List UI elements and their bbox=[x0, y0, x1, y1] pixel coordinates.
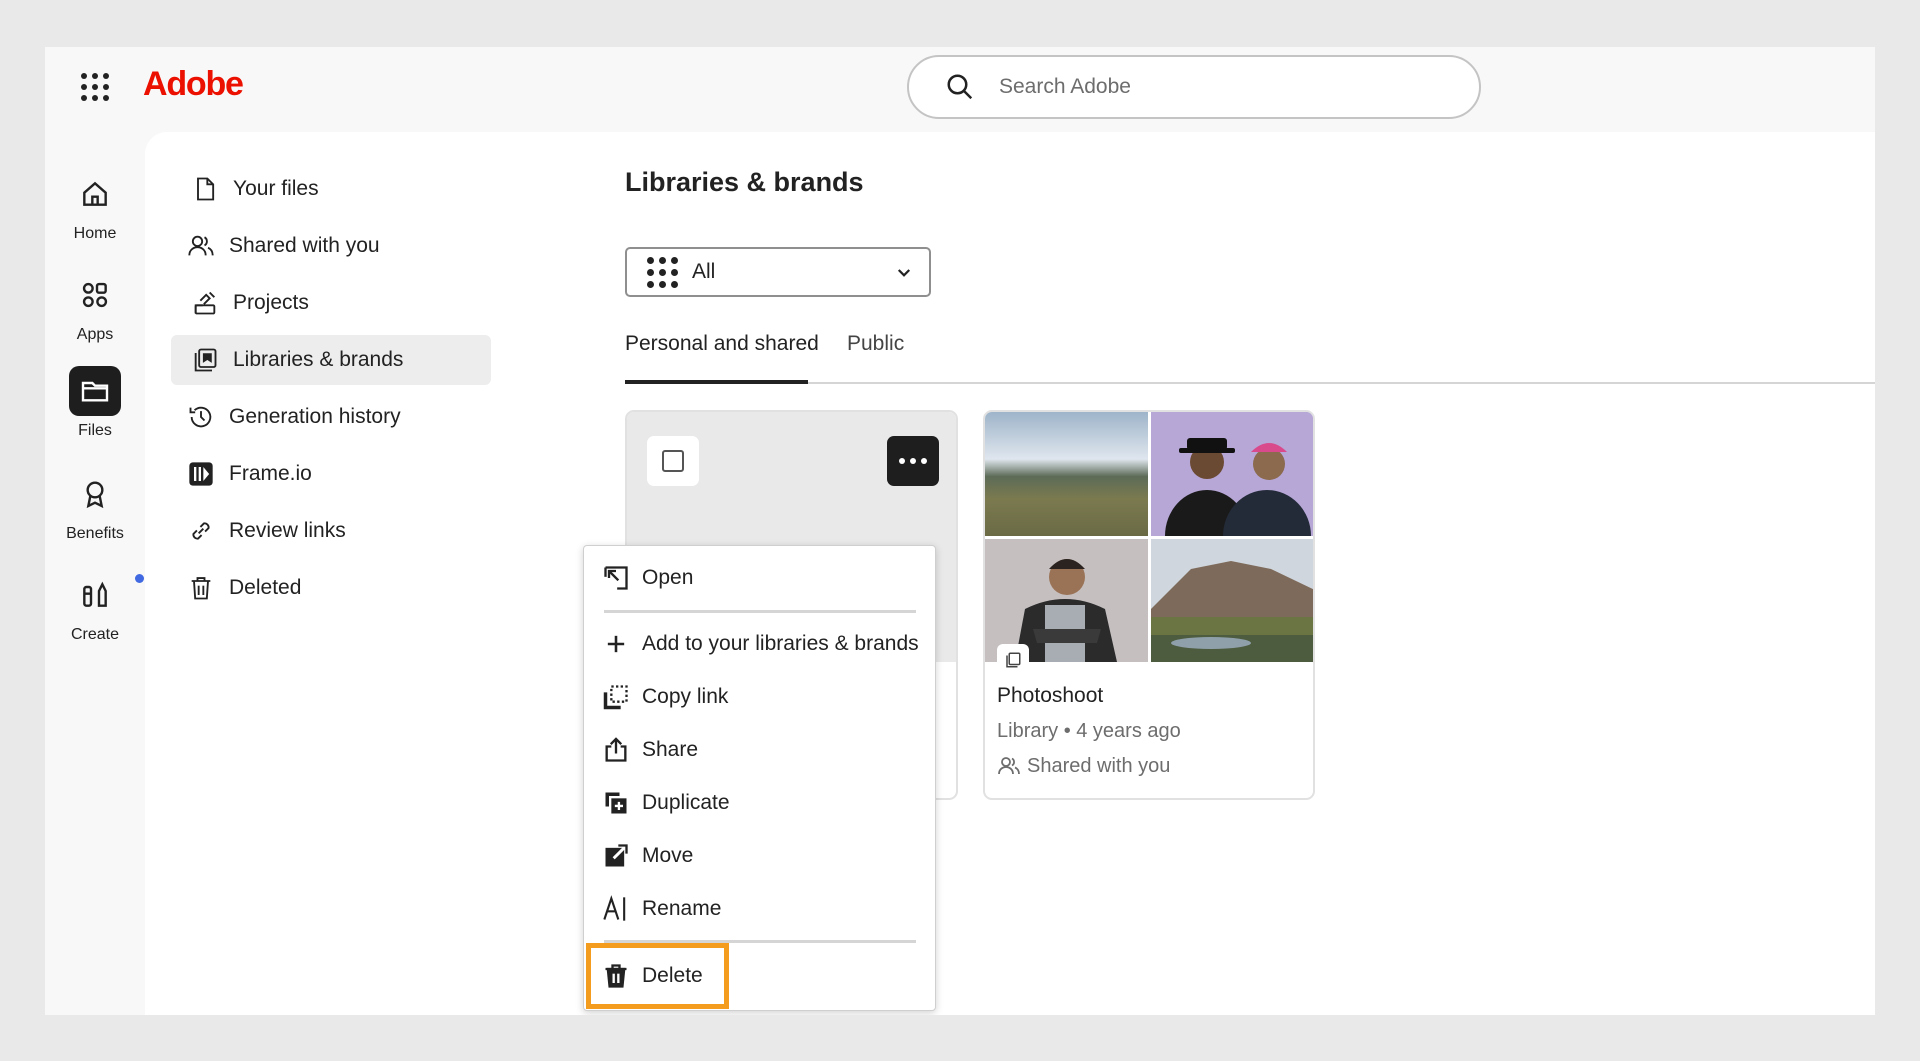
app-switcher-icon[interactable] bbox=[81, 73, 109, 101]
menu-item-move[interactable]: Move bbox=[602, 836, 693, 876]
filter-dropdown[interactable]: All bbox=[625, 247, 931, 297]
history-icon bbox=[189, 406, 212, 428]
sidebar-item-projects[interactable]: Projects bbox=[171, 278, 491, 328]
sidebar-item-label: Review links bbox=[229, 519, 346, 542]
delete-highlight bbox=[586, 943, 729, 1009]
move-icon bbox=[605, 844, 628, 867]
card-meta: Library • 4 years ago bbox=[997, 720, 1181, 742]
menu-item-copy-link[interactable]: Copy link bbox=[602, 677, 728, 717]
rail-label: Create bbox=[70, 626, 120, 643]
link-icon bbox=[192, 522, 210, 540]
library-card-photoshoot[interactable]: Photoshoot Library • 4 years ago Shared … bbox=[983, 410, 1315, 800]
sidebar-item-deleted[interactable]: Deleted bbox=[171, 563, 491, 613]
context-menu: Open Add to your libraries & brands Copy… bbox=[583, 545, 936, 1011]
menu-item-label: Add to your libraries & brands bbox=[642, 632, 919, 655]
active-tab-indicator bbox=[625, 380, 808, 384]
app-window: Adobe Search Adobe Home Apps Files Benef… bbox=[45, 47, 1875, 1015]
rail-item-create[interactable]: Create bbox=[45, 570, 145, 644]
sidebar-item-shared[interactable]: Shared with you bbox=[171, 221, 491, 271]
page-title: Libraries & brands bbox=[625, 167, 864, 197]
rail-item-benefits[interactable]: Benefits bbox=[45, 469, 145, 543]
more-options-button[interactable] bbox=[887, 436, 939, 486]
menu-item-label: Rename bbox=[642, 897, 722, 920]
card-thumbnail bbox=[985, 412, 1313, 662]
rail-label: Files bbox=[78, 422, 112, 439]
file-icon bbox=[197, 177, 215, 201]
rail-label: Home bbox=[73, 225, 117, 242]
folder-icon bbox=[81, 381, 109, 402]
card-shared-status: Shared with you bbox=[997, 754, 1170, 778]
tab-divider bbox=[625, 382, 1875, 384]
menu-item-label: Copy link bbox=[642, 685, 729, 708]
duplicate-icon bbox=[605, 792, 627, 814]
thumbnail-landscape bbox=[985, 412, 1148, 536]
search-placeholder: Search Adobe bbox=[999, 75, 1131, 98]
card-title: Photoshoot bbox=[997, 684, 1104, 707]
menu-item-open[interactable]: Open bbox=[602, 558, 693, 598]
copy-link-icon bbox=[603, 685, 628, 710]
select-checkbox[interactable] bbox=[647, 436, 699, 486]
trash-icon bbox=[191, 577, 211, 600]
create-icon bbox=[83, 581, 107, 607]
frameio-icon bbox=[189, 462, 213, 486]
projects-icon bbox=[194, 291, 216, 315]
sidebar-item-label: Your files bbox=[233, 177, 319, 200]
home-icon bbox=[83, 181, 107, 206]
sidebar-item-label: Frame.io bbox=[229, 462, 312, 485]
rail-item-home[interactable]: Home bbox=[45, 169, 145, 243]
sidebar-item-your-files[interactable]: Your files bbox=[171, 164, 491, 214]
sidebar-item-label: Shared with you bbox=[229, 234, 380, 257]
sidebar-item-label: Libraries & brands bbox=[233, 348, 404, 371]
thumbnail-mountain bbox=[1151, 539, 1313, 662]
rail-item-apps[interactable]: Apps bbox=[45, 270, 145, 344]
sidebar-item-frameio[interactable]: Frame.io bbox=[171, 449, 491, 499]
menu-item-duplicate[interactable]: Duplicate bbox=[602, 783, 730, 823]
library-badge-icon bbox=[997, 644, 1029, 676]
chevron-down-icon bbox=[897, 269, 911, 277]
library-icon bbox=[194, 348, 217, 372]
tab-personal-and-shared[interactable]: Personal and shared bbox=[625, 332, 819, 356]
grid-icon bbox=[647, 256, 678, 288]
rail-item-files[interactable]: Files bbox=[45, 366, 145, 440]
search-input[interactable]: Search Adobe bbox=[907, 55, 1481, 119]
sidebar-item-review-links[interactable]: Review links bbox=[171, 506, 491, 556]
menu-item-share[interactable]: Share bbox=[602, 730, 698, 770]
menu-item-add-to-libraries[interactable]: Add to your libraries & brands bbox=[602, 624, 919, 664]
sidebar-item-label: Generation history bbox=[229, 405, 401, 428]
users-icon bbox=[998, 757, 1020, 775]
thumbnail-portrait bbox=[1151, 412, 1313, 536]
rail-label: Apps bbox=[76, 326, 114, 343]
sidebar-item-label: Projects bbox=[233, 291, 309, 314]
share-icon bbox=[605, 737, 627, 762]
menu-item-label: Move bbox=[642, 844, 694, 867]
adobe-logo[interactable]: Adobe bbox=[143, 65, 244, 104]
award-icon bbox=[86, 481, 104, 509]
menu-item-label: Share bbox=[642, 738, 699, 761]
rename-icon bbox=[603, 895, 626, 921]
shared-label: Shared with you bbox=[1027, 754, 1171, 777]
menu-item-label: Open bbox=[642, 566, 694, 589]
sidebar-item-label: Deleted bbox=[229, 576, 302, 599]
users-icon bbox=[188, 235, 214, 256]
content-panel: Your files Shared with you Projects Libr… bbox=[145, 132, 1875, 1015]
notification-dot bbox=[135, 574, 144, 583]
tab-public[interactable]: Public bbox=[847, 332, 904, 356]
sidebar-item-libraries[interactable]: Libraries & brands bbox=[171, 335, 491, 385]
menu-item-rename[interactable]: Rename bbox=[602, 889, 721, 929]
filter-value: All bbox=[692, 260, 716, 283]
rail-label: Benefits bbox=[66, 525, 124, 542]
menu-item-label: Duplicate bbox=[642, 791, 730, 814]
open-icon bbox=[604, 566, 628, 590]
menu-divider bbox=[604, 610, 916, 613]
apps-icon bbox=[82, 282, 108, 308]
search-icon bbox=[947, 74, 973, 100]
sidebar-item-generation-history[interactable]: Generation history bbox=[171, 392, 491, 442]
plus-icon bbox=[607, 635, 625, 653]
